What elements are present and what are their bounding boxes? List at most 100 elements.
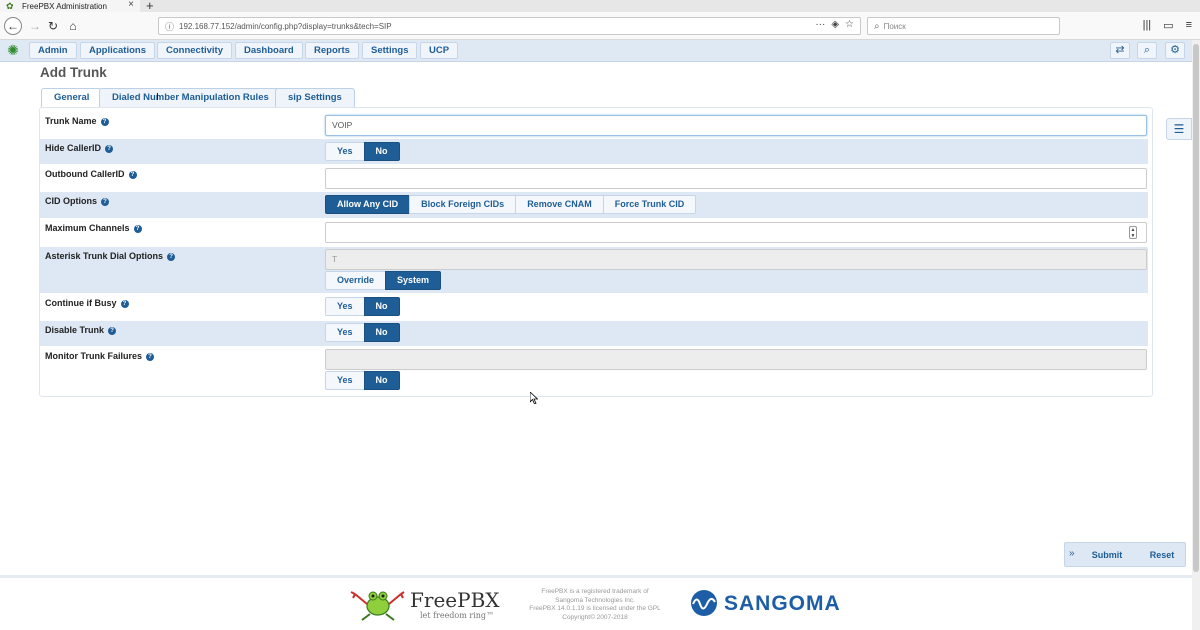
remove-cnam-button[interactable]: Remove CNAM	[515, 195, 604, 214]
menu-reports[interactable]: Reports	[305, 42, 359, 59]
tab-general[interactable]: General	[41, 88, 103, 108]
menu-ucp[interactable]: UCP	[420, 42, 459, 59]
sidebar-icon[interactable]: ▭	[1163, 19, 1173, 32]
monitor-trunk-failures-row: Monitor Trunk Failures? Yes No	[40, 347, 1148, 392]
freepbx-frog-logo-icon	[350, 591, 405, 621]
pocket-icon[interactable]: ◈	[831, 19, 839, 30]
hide-callerid-toggle: Yes No	[325, 142, 400, 161]
maximum-channels-label: Maximum Channels?	[45, 223, 142, 233]
maximum-channels-input[interactable]: ▲ ▼	[325, 222, 1147, 243]
monitor-trunk-failures-toggle: Yes No	[325, 371, 400, 390]
help-icon[interactable]: ?	[133, 225, 142, 233]
menu-admin[interactable]: Admin	[29, 42, 77, 59]
action-bar: » Submit Reset	[1064, 542, 1186, 567]
disable-trunk-no-button[interactable]: No	[363, 323, 400, 342]
browser-tab-title: FreePBX Administration	[22, 1, 107, 11]
cid-options-label: CID Options?	[45, 196, 109, 206]
outbound-callerid-input[interactable]	[325, 168, 1147, 189]
cid-options-toggle: Allow Any CID Block Foreign CIDs Remove …	[325, 195, 697, 214]
freepbx-favicon-icon: ✿	[6, 1, 14, 11]
block-foreign-cids-button[interactable]: Block Foreign CIDs	[409, 195, 517, 214]
continue-busy-yes-button[interactable]: Yes	[325, 297, 365, 316]
dial-options-row: Asterisk Trunk Dial Options? T Override …	[40, 247, 1148, 293]
legal-line: Sangoma Technologies Inc.	[555, 596, 635, 604]
home-icon[interactable]: ⌂	[64, 17, 82, 35]
continue-if-busy-label: Continue if Busy?	[45, 298, 129, 308]
continue-if-busy-row: Continue if Busy? Yes No	[40, 294, 1148, 320]
disable-trunk-yes-button[interactable]: Yes	[325, 323, 365, 342]
page-title: Add Trunk	[40, 65, 107, 80]
language-icon[interactable]: ⇄	[1110, 42, 1130, 59]
browser-tab-bar: ✿ FreePBX Administration × +	[0, 0, 1200, 13]
reload-icon[interactable]: ↻	[44, 17, 62, 35]
monitor-trunk-failures-input[interactable]	[325, 349, 1147, 370]
dial-options-label: Asterisk Trunk Dial Options?	[45, 251, 176, 261]
search-input[interactable]: ⌕ Поиск	[867, 17, 1060, 35]
hide-callerid-yes-button[interactable]: Yes	[325, 142, 365, 161]
footer-legal-text: FreePBX is a registered trademark of San…	[515, 588, 675, 622]
help-icon[interactable]: ?	[108, 327, 117, 335]
page-footer: FreePBX let freedom ring™ FreePBX is a r…	[0, 575, 1192, 630]
mouse-pointer-icon	[530, 392, 538, 404]
tab-dialed-number-manipulation-rules[interactable]: Dialed Number Manipulation Rules	[99, 88, 282, 107]
menu-connectivity[interactable]: Connectivity	[157, 42, 233, 59]
search-icon[interactable]: ⌕	[1137, 42, 1157, 59]
continue-busy-no-button[interactable]: No	[363, 297, 400, 316]
freepbx-brand-text: FreePBX	[410, 588, 500, 612]
disable-trunk-label: Disable Trunk?	[45, 325, 117, 335]
menu-applications[interactable]: Applications	[80, 42, 156, 59]
more-actions-icon[interactable]: ···	[815, 19, 825, 30]
collapse-chevron-icon[interactable]: »	[1069, 548, 1075, 559]
monitor-failures-yes-button[interactable]: Yes	[325, 371, 365, 390]
bookmark-star-icon[interactable]: ☆	[845, 19, 854, 30]
legal-line: FreePBX 14.0.1.19 is licensed under the …	[529, 605, 661, 612]
browser-tab[interactable]: ✿ FreePBX Administration ×	[0, 0, 140, 12]
library-icon[interactable]: |||	[1143, 19, 1152, 32]
monitor-trunk-failures-label: Monitor Trunk Failures?	[45, 351, 155, 361]
list-view-icon[interactable]: ☰	[1166, 118, 1192, 140]
text-cursor-icon: I	[156, 92, 159, 103]
close-tab-icon[interactable]: ×	[128, 0, 134, 10]
allow-any-cid-button[interactable]: Allow Any CID	[325, 195, 411, 214]
system-button[interactable]: System	[385, 271, 442, 290]
reset-button[interactable]: Reset	[1141, 546, 1183, 564]
help-icon[interactable]: ?	[120, 300, 129, 308]
submit-button[interactable]: Submit	[1083, 546, 1131, 564]
freepbx-menu-bar: ✺ Admin Applications Connectivity Dashbo…	[0, 40, 1192, 62]
legal-line: Copyright© 2007-2018	[562, 613, 628, 621]
dial-options-input[interactable]: T	[325, 249, 1147, 270]
trunk-name-row: Trunk Name? VOIP	[40, 113, 1148, 138]
help-icon[interactable]: ?	[167, 253, 176, 261]
freepbx-logo-icon[interactable]: ✺	[2, 42, 24, 59]
info-icon[interactable]: ⓘ	[165, 20, 174, 33]
help-icon[interactable]: ?	[101, 198, 109, 206]
number-stepper-icon[interactable]: ▲ ▼	[1129, 226, 1137, 239]
hide-callerid-row: Hide CallerID? Yes No	[40, 139, 1148, 164]
help-icon[interactable]: ?	[100, 118, 109, 126]
menu-icon[interactable]: ≡	[1186, 19, 1192, 32]
sangoma-logo-icon	[691, 590, 717, 616]
hide-callerid-no-button[interactable]: No	[363, 142, 400, 161]
tab-sip-settings[interactable]: sip Settings	[275, 88, 355, 107]
outbound-callerid-label: Outbound CallerID?	[45, 169, 137, 179]
disable-trunk-toggle: Yes No	[325, 323, 400, 342]
help-icon[interactable]: ?	[146, 353, 155, 361]
help-icon[interactable]: ?	[105, 145, 114, 153]
monitor-failures-no-button[interactable]: No	[363, 371, 400, 390]
force-trunk-cid-button[interactable]: Force Trunk CID	[602, 195, 697, 214]
trunk-name-input[interactable]: VOIP	[325, 115, 1147, 136]
help-icon[interactable]: ?	[128, 171, 137, 179]
page-scrollbar-thumb[interactable]	[1193, 44, 1199, 572]
gear-icon[interactable]: ⚙	[1165, 42, 1185, 59]
browser-toolbar: ← → ↻ ⌂ ⓘ 192.168.77.152/admin/config.ph…	[0, 12, 1200, 40]
search-icon: ⌕	[874, 20, 880, 32]
override-button[interactable]: Override	[325, 271, 387, 290]
maximum-channels-row: Maximum Channels? ▲ ▼	[40, 219, 1148, 246]
forward-arrow-icon[interactable]: →	[26, 17, 44, 35]
address-bar[interactable]: ⓘ 192.168.77.152/admin/config.php?displa…	[158, 17, 861, 35]
back-arrow-icon[interactable]: ←	[4, 17, 22, 35]
menu-dashboard[interactable]: Dashboard	[235, 42, 303, 59]
search-placeholder: Поиск	[883, 21, 906, 31]
menu-settings[interactable]: Settings	[362, 42, 418, 59]
legal-line: FreePBX is a registered trademark of	[541, 588, 649, 595]
